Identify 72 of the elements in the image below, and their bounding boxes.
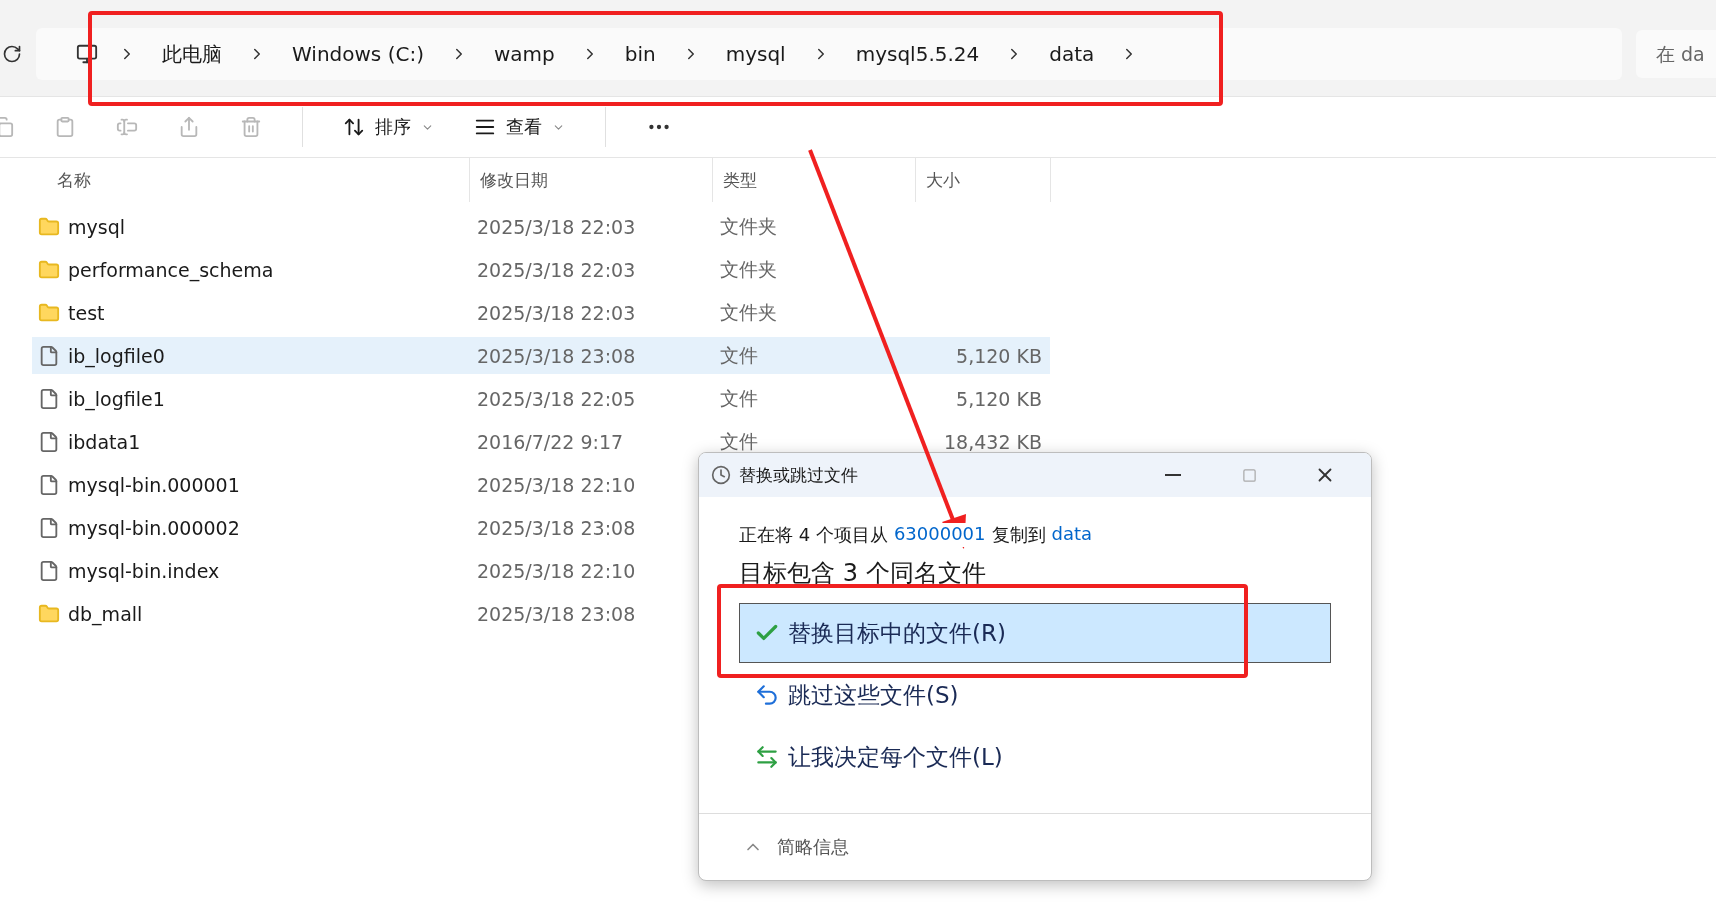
swap-icon <box>754 744 780 770</box>
table-cell-text: 2025/3/18 23:08 <box>476 344 637 367</box>
clock-icon <box>711 465 731 485</box>
file-name[interactable]: ib_logfile1 <box>68 387 165 410</box>
column-header[interactable]: 修改日期 <box>470 158 713 202</box>
breadcrumb[interactable]: Windows (C:) <box>286 42 430 66</box>
status-text: 正在将 4 个项目从 <box>739 523 888 547</box>
folder-icon <box>38 215 60 238</box>
folder-icon <box>38 602 60 625</box>
table-cell-text: 文件夹 <box>719 256 778 282</box>
table-cell-text: 文件 <box>719 428 759 454</box>
breadcrumb[interactable]: bin <box>618 42 662 66</box>
table-cell-text: 2025/3/18 22:10 <box>476 559 637 582</box>
file-icon <box>38 473 60 496</box>
option-button[interactable]: 跳过这些文件(S) <box>739 665 1331 725</box>
table-cell-text: 5,120 KB <box>955 387 1043 410</box>
file-name[interactable]: mysql-bin.000001 <box>68 473 240 496</box>
file-name[interactable]: mysql <box>68 215 125 238</box>
option-button[interactable]: 替换目标中的文件(R) <box>739 603 1331 663</box>
breadcrumb[interactable]: wamp <box>487 42 561 66</box>
table-cell-text: 文件夹 <box>719 213 778 239</box>
breadcrumb[interactable]: 此电脑 <box>156 40 228 68</box>
file-name[interactable]: ibdata1 <box>68 430 141 453</box>
file-name[interactable]: test <box>68 301 105 324</box>
sort-icon <box>343 116 365 138</box>
table-cell-text: 文件夹 <box>719 299 778 325</box>
status-text: 复制到 <box>991 523 1046 547</box>
maximize-icon <box>1241 467 1257 483</box>
file-icon <box>38 344 60 367</box>
selected-row[interactable]: ib_logfile0 2025/3/18 23:08 文件 5,120 KB <box>32 337 1050 374</box>
view-button[interactable]: 查看 <box>474 115 565 139</box>
computer-icon <box>76 43 98 65</box>
table-cell-text: 2025/3/18 22:10 <box>476 473 637 496</box>
table-cell-text: 文件 <box>719 385 759 411</box>
table-cell-text: 2025/3/18 23:08 <box>476 516 637 539</box>
file-icon <box>38 516 60 539</box>
table-cell-text: 2025/3/18 22:05 <box>476 387 637 410</box>
column-header[interactable]: 名称 <box>0 158 470 202</box>
search-field[interactable]: 在 da <box>1636 30 1716 78</box>
table-cell-text: 2025/3/18 23:08 <box>476 602 637 625</box>
folder-icon <box>38 301 60 324</box>
table-cell-text: 2016/7/22 9:17 <box>476 430 625 453</box>
undo-icon <box>754 682 780 708</box>
file-icon <box>38 387 60 410</box>
table-cell-text: 18,432 KB <box>943 430 1043 453</box>
file-name[interactable]: ib_logfile0 <box>68 344 165 367</box>
column-header[interactable]: 类型 <box>713 158 916 202</box>
folder-icon <box>38 258 60 281</box>
window-title: 替换或跳过文件 <box>739 463 859 487</box>
file-icon <box>38 430 60 453</box>
file-name[interactable]: db_mall <box>68 602 143 625</box>
breadcrumb[interactable]: data <box>1043 42 1101 66</box>
address-bar[interactable]: 此电脑 Windows (C:) wamp bin mysql mysql5.5.24 data <box>36 28 1622 80</box>
minimize-icon <box>1165 474 1181 476</box>
details-toggle[interactable]: 简略信息 <box>743 835 849 859</box>
table-cell-text: 2025/3/18 22:03 <box>476 215 637 238</box>
column-header[interactable]: 大小 <box>916 158 1051 202</box>
option-button[interactable]: 让我决定每个文件(L) <box>739 727 1331 787</box>
file-icon <box>38 559 60 582</box>
table-cell-text: 2025/3/18 22:03 <box>476 258 637 281</box>
sort-button[interactable]: 排序 <box>343 115 434 139</box>
breadcrumb[interactable]: mysql5.5.24 <box>849 42 986 66</box>
file-name[interactable]: performance_schema <box>68 258 274 281</box>
table-cell-text: 5,120 KB <box>955 344 1043 367</box>
table-cell-text: 文件 <box>719 342 759 368</box>
file-name[interactable]: mysql-bin.index <box>68 559 220 582</box>
breadcrumb[interactable]: mysql <box>719 42 792 66</box>
file-name[interactable]: mysql-bin.000002 <box>68 516 240 539</box>
refresh-icon[interactable] <box>2 44 22 64</box>
source-link[interactable]: 63000001 <box>893 523 986 547</box>
table-cell-text: 2025/3/18 22:03 <box>476 301 637 324</box>
dialog-heading: 目标包含 3 个同名文件 <box>739 558 987 589</box>
